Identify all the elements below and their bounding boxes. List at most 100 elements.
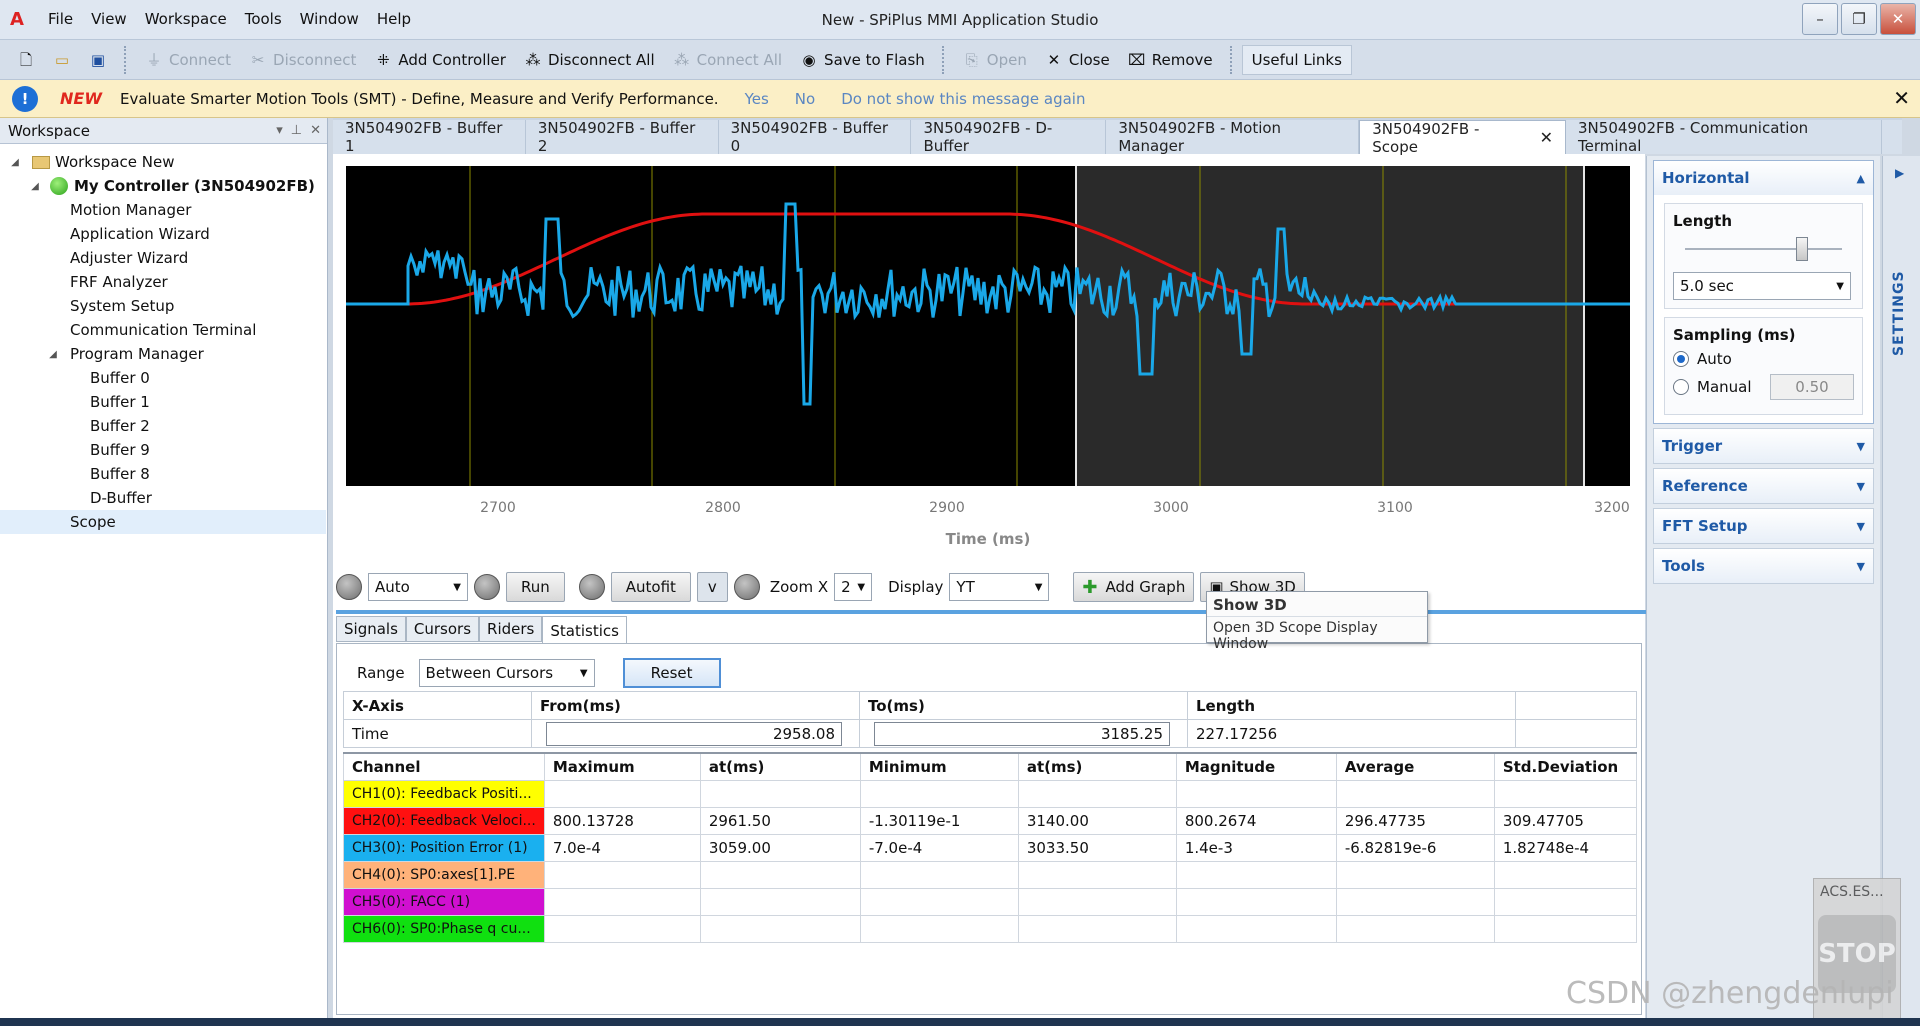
tab-riders[interactable]: Riders [479, 616, 543, 642]
header-cell: To(ms) [859, 691, 1188, 720]
connect-button[interactable]: ⏚ Connect [136, 45, 240, 75]
range-combo[interactable]: Between Cursors ▼ [418, 659, 595, 687]
reset-button[interactable]: Reset [622, 658, 721, 688]
tree-program-manager[interactable]: ◢ Program Manager [0, 342, 327, 366]
tree-item-system-setup[interactable]: System Setup [0, 294, 327, 318]
tree-item-adjuster-wizard[interactable]: Adjuster Wizard [0, 246, 327, 270]
close-window-button[interactable]: ✕ [1880, 3, 1916, 35]
table-row[interactable]: CH4(0): SP0:axes[1].PE [343, 860, 1638, 889]
table-row[interactable]: CH1(0): Feedback Positi... [343, 779, 1638, 808]
dropdown-icon[interactable]: ▾ [276, 123, 283, 138]
useful-links-button[interactable]: Useful Links [1241, 44, 1352, 75]
table-row[interactable]: CH3(0): Position Error (1) 7.0e-4 3059.00-… [343, 833, 1638, 862]
tab-buffer-2[interactable]: 3N504902FB - Buffer 2 [525, 119, 719, 155]
menu-help[interactable]: Help [377, 10, 411, 28]
trigger-header[interactable]: Trigger ▼ [1654, 429, 1873, 463]
menu-view[interactable]: View [91, 10, 127, 28]
tree-controller[interactable]: ◢ My Controller (3N504902FB) [0, 174, 327, 198]
tree-item-application-wizard[interactable]: Application Wizard [0, 222, 327, 246]
tools-header[interactable]: Tools ▼ [1654, 549, 1873, 583]
remove-button[interactable]: ⌧ Remove [1119, 45, 1222, 75]
auto-radio[interactable] [1673, 351, 1689, 367]
tree-buffer-0[interactable]: Buffer 0 [0, 366, 327, 390]
menu-tools[interactable]: Tools [245, 10, 282, 28]
table-row[interactable]: CH2(0): Feedback Veloci... 800.13728 2961.… [343, 806, 1638, 835]
close-panel-icon[interactable]: ✕ [310, 123, 321, 138]
to-input[interactable]: 3185.25 [874, 721, 1170, 746]
add-controller-button[interactable]: ⁜ Add Controller [365, 45, 515, 75]
tree-buffer-9[interactable]: Buffer 9 [0, 438, 327, 462]
pin-icon[interactable]: ⊥ [291, 123, 302, 138]
disconnect-button[interactable]: ✂ Disconnect [240, 45, 365, 75]
tab-scope[interactable]: 3N504902FB - Scope ✕ [1359, 120, 1567, 156]
tab-label: Riders [487, 620, 535, 638]
tree-d-buffer[interactable]: D-Buffer [0, 486, 327, 510]
tab-close-icon[interactable]: ✕ [1540, 128, 1553, 147]
menu-workspace[interactable]: Workspace [145, 10, 227, 28]
info-dont-show-link[interactable]: Do not show this message again [841, 90, 1085, 108]
connect-all-button[interactable]: ⁂ Connect All [664, 45, 791, 75]
manual-radio[interactable] [1673, 379, 1689, 395]
save-workspace-button[interactable]: ▣ [80, 45, 116, 75]
minimize-button[interactable]: – [1802, 3, 1838, 35]
new-workspace-button[interactable]: 🗋 [8, 45, 44, 75]
v-button[interactable]: v [696, 572, 728, 602]
info-close-icon[interactable]: ✕ [1893, 86, 1910, 110]
reference-header[interactable]: Reference ▼ [1654, 469, 1873, 503]
tab-buffer-0[interactable]: 3N504902FB - Buffer 0 [718, 119, 912, 155]
restore-button[interactable]: ❐ [1841, 3, 1877, 35]
zoom-combo[interactable]: 2 ▼ [834, 573, 873, 601]
table-row[interactable]: CH6(0): SP0:Phase q cu... [343, 914, 1638, 943]
close-button[interactable]: ✕ Close [1036, 45, 1119, 75]
tree-label: Program Manager [70, 345, 204, 363]
tab-communication-terminal[interactable]: 3N504902FB - Communication Terminal [1566, 119, 1883, 155]
disconnect-all-button[interactable]: ⁂ Disconnect All [515, 45, 664, 75]
tree-item-motion-manager[interactable]: Motion Manager [0, 198, 327, 222]
tab-statistics[interactable]: Statistics [542, 616, 627, 644]
tab-cursors[interactable]: Cursors [405, 616, 480, 642]
tree-buffer-8[interactable]: Buffer 8 [0, 462, 327, 486]
run-button[interactable]: Run [506, 572, 565, 602]
tree-buffer-1[interactable]: Buffer 1 [0, 390, 327, 414]
menu-file[interactable]: File [48, 10, 73, 28]
tree-item-communication-terminal[interactable]: Communication Terminal [0, 318, 327, 342]
from-input[interactable]: 2958.08 [546, 721, 842, 746]
collapse-icon[interactable]: ◢ [8, 157, 22, 168]
save-to-flash-button[interactable]: ◉ Save to Flash [791, 45, 934, 75]
slider-thumb[interactable] [1796, 237, 1809, 261]
open-workspace-button[interactable]: ▭ [44, 45, 80, 75]
tabs-scroll[interactable] [1882, 120, 1903, 154]
mode-combo[interactable]: Auto ▼ [368, 573, 468, 601]
fft-header[interactable]: FFT Setup ▼ [1654, 509, 1873, 543]
tab-d-buffer[interactable]: 3N504902FB - D-Buffer [911, 119, 1107, 155]
collapse-icon[interactable]: ◢ [28, 181, 42, 192]
tab-motion-manager[interactable]: 3N504902FB - Motion Manager [1106, 119, 1360, 155]
autofit-button[interactable]: Autofit [610, 572, 691, 602]
autofit-label: Autofit [625, 578, 676, 596]
info-yes-link[interactable]: Yes [745, 90, 769, 108]
tree-item-frf-analyzer[interactable]: FRF Analyzer [0, 270, 327, 294]
tree-workspace-root[interactable]: ◢ Workspace New [0, 150, 327, 174]
info-no-link[interactable]: No [795, 90, 815, 108]
section-title: Trigger [1662, 437, 1723, 455]
horizontal-header[interactable]: Horizontal ▲ [1654, 161, 1873, 195]
stat-cell [1493, 779, 1638, 808]
tab-buffer-1[interactable]: 3N504902FB - Buffer 1 [333, 119, 526, 155]
length-combo[interactable]: 5.0 sec ▼ [1673, 272, 1851, 300]
scope-plot[interactable] [346, 166, 1630, 486]
tab-signals[interactable]: Signals [336, 616, 406, 642]
splitter[interactable] [336, 610, 1646, 614]
section-title: Tools [1662, 557, 1705, 575]
manual-input[interactable]: 0.50 [1770, 374, 1854, 400]
tree-scope[interactable]: Scope [0, 510, 326, 534]
collapse-icon[interactable]: ◢ [46, 349, 60, 360]
menu-window[interactable]: Window [300, 10, 359, 28]
display-combo[interactable]: YT ▼ [949, 573, 1050, 601]
add-graph-button[interactable]: ✚ Add Graph [1073, 572, 1195, 602]
table-row[interactable]: CH5(0): FACC (1) [343, 887, 1638, 916]
open-button[interactable]: ⎘ Open [954, 45, 1036, 75]
tree-buffer-2[interactable]: Buffer 2 [0, 414, 327, 438]
length-slider[interactable] [1673, 236, 1854, 266]
trigger-section: Trigger ▼ [1653, 428, 1874, 464]
auto-label: Auto [1697, 350, 1732, 368]
